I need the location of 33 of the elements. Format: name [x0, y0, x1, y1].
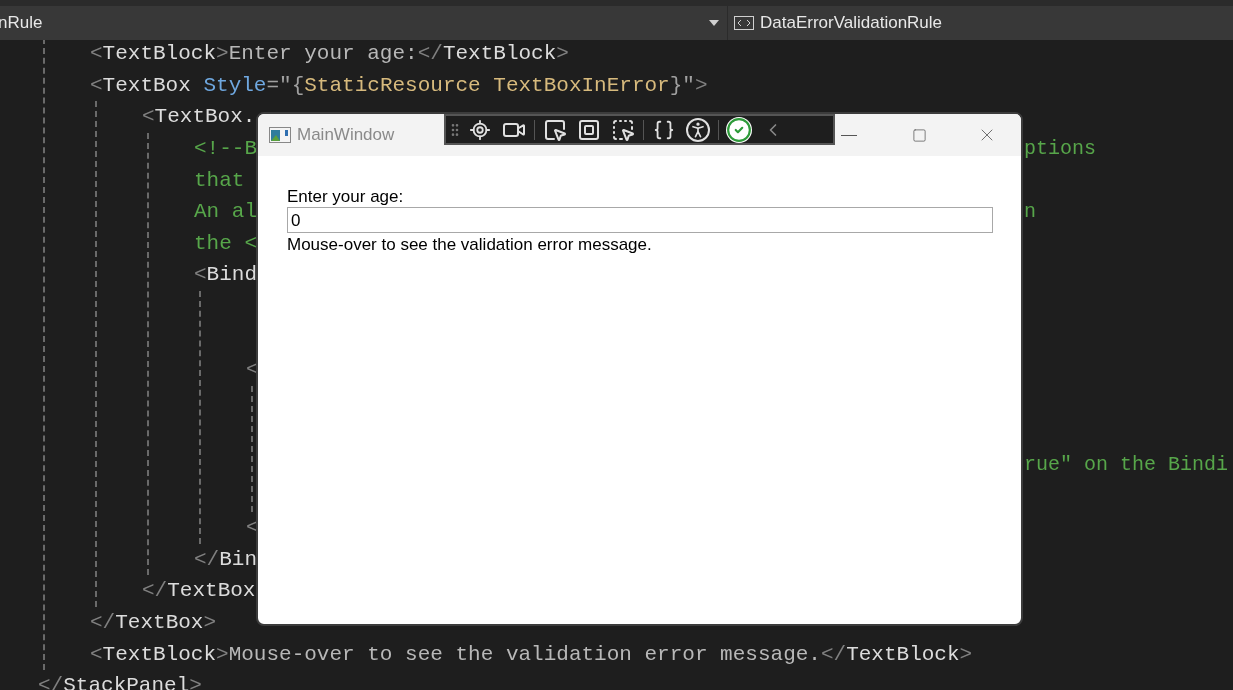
- code-line: n: [1024, 201, 1036, 222]
- code-line: the <: [194, 232, 257, 254]
- code-line: </TextBox: [142, 580, 256, 602]
- window-title: MainWindow: [297, 124, 395, 147]
- code-line: ptions: [1024, 138, 1096, 159]
- code-line: <TextBox.: [142, 106, 256, 128]
- check-circle-icon: [726, 116, 752, 143]
- maximize-icon: [911, 127, 927, 143]
- code-line: <TextBox Style="{StaticResource TextBoxInError}">: [90, 74, 708, 96]
- type-dropdown[interactable]: nRule: [0, 6, 728, 40]
- braces-icon: [653, 118, 675, 141]
- code-icon: [734, 16, 754, 30]
- code-line: <TextBlock>Enter your age:</TextBlock>: [90, 43, 569, 65]
- code-line: </Bin: [194, 548, 258, 570]
- code-line: rue" on the Bindi: [1024, 454, 1229, 475]
- pointer-select-icon: [543, 117, 567, 142]
- person-icon: [686, 117, 710, 142]
- hint-text: Mouse-over to see the validation error message.: [287, 234, 653, 256]
- code-line: <TextBlock>Mouse-over to see the validation error message.</TextBlock>: [90, 643, 973, 665]
- inspect-icon: [469, 118, 491, 141]
- code-line: </TextBox>: [90, 612, 217, 633]
- caret-icon: [709, 20, 719, 26]
- code-line: <!--B: [194, 138, 257, 160]
- age-input[interactable]: 0: [287, 207, 993, 233]
- minimize-icon: [841, 134, 857, 136]
- app-icon: [269, 127, 291, 143]
- dashed-select-icon: [611, 117, 635, 142]
- member-dropdown[interactable]: DataErrorValidationRule: [728, 6, 1233, 40]
- code-line: An al: [194, 201, 257, 223]
- code-line: <Bind: [194, 264, 258, 286]
- code-line: that: [194, 169, 245, 191]
- age-label: Enter your age:: [287, 187, 405, 207]
- nested-square-icon: [577, 117, 601, 142]
